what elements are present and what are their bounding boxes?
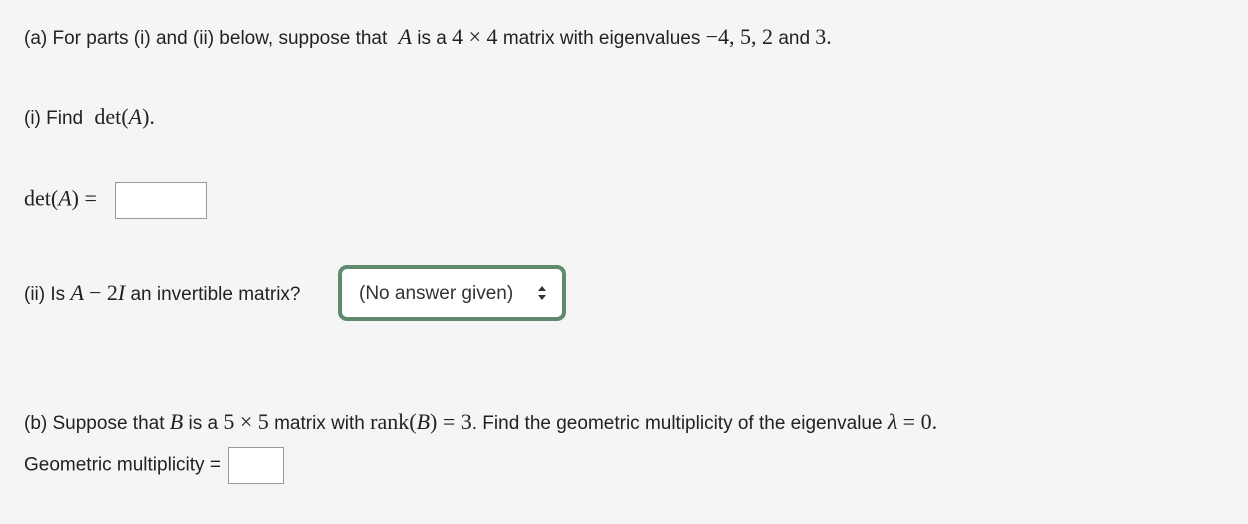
invertible-select-value: (No answer given) — [359, 283, 514, 304]
part-ii-suffix: an invertible matrix? — [130, 284, 301, 305]
part-b-question: (b) Suppose that B is a 5 × 5 matrix wit… — [24, 409, 937, 435]
up-down-arrows-icon — [538, 286, 546, 300]
matrix-a-symbol-ii: A — [70, 280, 84, 305]
geometric-multiplicity-input[interactable] — [228, 447, 285, 484]
part-a-is-a: is a — [417, 28, 447, 49]
det-label-var: A — [58, 185, 72, 211]
part-i-question: (i) Find det(A). — [24, 104, 155, 130]
eigenvalue-last: 3. — [815, 24, 832, 49]
invertible-select[interactable]: (No answer given) — [338, 265, 566, 321]
part-a-matrix-with: matrix with eigenvalues — [502, 28, 701, 49]
part-b-prefix: (b) Suppose that — [24, 413, 165, 434]
coefficient-2: 2 — [106, 280, 118, 305]
matrix-dimensions: 4 × 4 — [452, 24, 498, 49]
lambda-equals-zero: = 0. — [902, 409, 938, 434]
part-i-prefix: (i) Find — [24, 108, 84, 129]
identity-symbol: I — [117, 280, 126, 305]
part-i-answer-row: det(A) = — [24, 182, 208, 219]
det-close: ). — [142, 104, 155, 129]
matrix-b-dimensions: 5 × 5 — [223, 409, 269, 434]
part-b-is-a: is a — [188, 413, 219, 434]
part-b-answer-row: Geometric multiplicity = — [24, 447, 285, 484]
part-b-suffix: . Find the geometric multiplicity of the… — [471, 413, 883, 434]
det-answer-input[interactable] — [115, 182, 208, 219]
rank-var: B — [416, 409, 431, 434]
minus-sign: − — [89, 280, 102, 305]
det-var: A — [128, 104, 143, 129]
part-b-matrix-with: matrix with — [274, 413, 365, 434]
matrix-b-symbol: B — [169, 409, 184, 434]
det-label-close: ) = — [71, 185, 97, 211]
matrix-a-symbol: A — [398, 24, 412, 49]
eigenvalue-list: −4, 5, 2 — [705, 24, 774, 49]
geometric-multiplicity-label: Geometric multiplicity = — [24, 454, 221, 476]
lambda-symbol: λ — [887, 409, 898, 434]
part-a-prefix: (a) For parts (i) and (ii) below, suppos… — [24, 28, 388, 49]
part-ii-prefix: (ii) Is — [24, 284, 66, 305]
rank-close: ) = 3 — [430, 409, 472, 434]
part-ii-question: (ii) Is A − 2I an invertible matrix? — [24, 280, 301, 306]
det-fn: det( — [94, 104, 129, 129]
part-a-intro: (a) For parts (i) and (ii) below, suppos… — [24, 24, 832, 50]
det-label-fn: det( — [24, 185, 59, 211]
rank-fn: rank( — [370, 409, 417, 434]
part-a-and: and — [778, 28, 811, 49]
